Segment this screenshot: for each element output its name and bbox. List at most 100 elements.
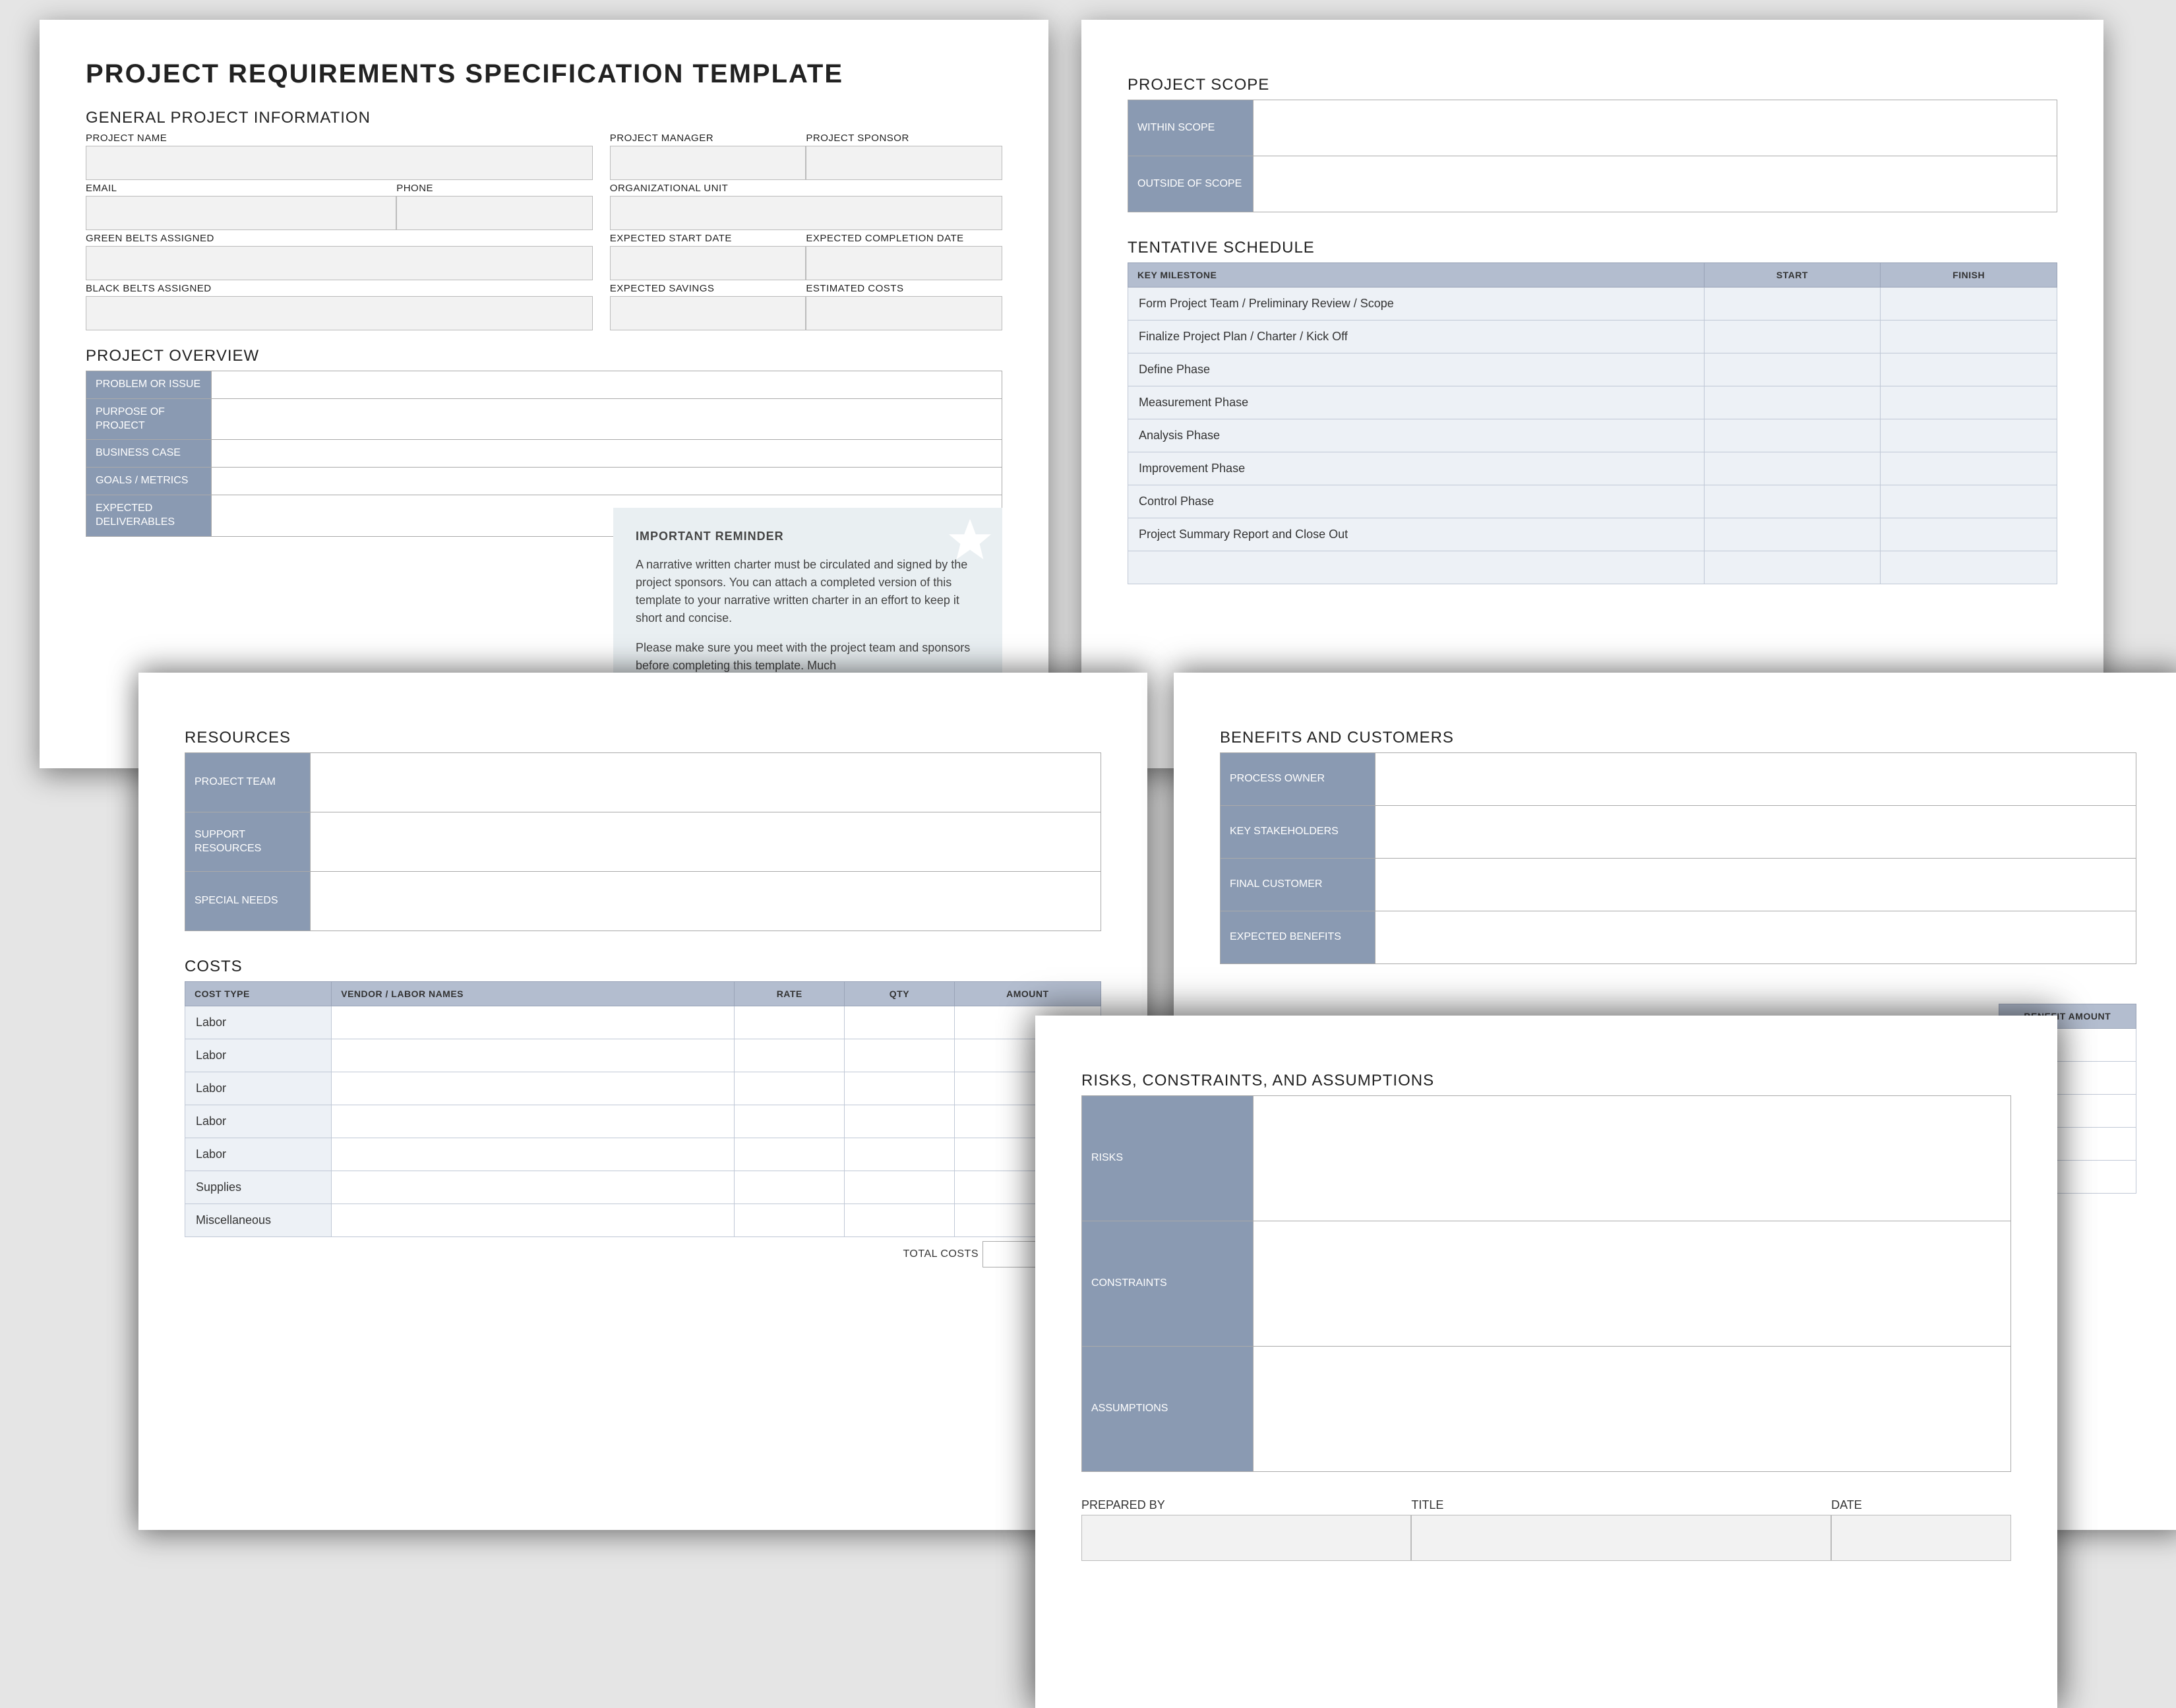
risk-cell[interactable] [1254, 1221, 2011, 1347]
start-cell[interactable] [1704, 518, 1881, 551]
rate-cell[interactable] [735, 1138, 845, 1171]
overview-label: BUSINESS CASE [86, 440, 212, 468]
overview-cell[interactable] [212, 440, 1002, 468]
vendor-cell[interactable] [332, 1138, 735, 1171]
finish-cell[interactable] [1881, 452, 2057, 485]
input-expected-completion[interactable] [806, 246, 1002, 280]
input-phone[interactable] [396, 196, 593, 230]
vendor-cell[interactable] [332, 1072, 735, 1105]
finish-cell[interactable] [1881, 288, 2057, 320]
benefit-label: KEY STAKEHOLDERS [1221, 806, 1375, 859]
finish-cell[interactable] [1881, 518, 2057, 551]
table-row: Measurement Phase [1128, 386, 2057, 419]
table-row: Form Project Team / Preliminary Review /… [1128, 288, 2057, 320]
costs-header: VENDOR / LABOR NAMES [332, 982, 735, 1006]
cost-type-cell: Supplies [185, 1171, 332, 1204]
finish-cell[interactable] [1881, 353, 2057, 386]
finish-cell[interactable] [1881, 551, 2057, 584]
milestone-cell: Improvement Phase [1128, 452, 1705, 485]
reminder-p2: Please make sure you meet with the proje… [636, 639, 980, 675]
section-general: GENERAL PROJECT INFORMATION [86, 109, 1002, 127]
milestone-cell: Define Phase [1128, 353, 1705, 386]
risk-label: RISKS [1082, 1096, 1254, 1221]
scope-table: WITHIN SCOPE OUTSIDE OF SCOPE [1128, 100, 2057, 212]
start-cell[interactable] [1704, 551, 1881, 584]
cost-type-cell: Labor [185, 1072, 332, 1105]
overview-cell[interactable] [212, 398, 1002, 440]
finish-cell[interactable] [1881, 485, 2057, 518]
cost-type-cell: Labor [185, 1138, 332, 1171]
resource-cell[interactable] [311, 812, 1101, 872]
input-green-belts[interactable] [86, 246, 593, 280]
scope-cell[interactable] [1254, 156, 2057, 212]
input-estimated-costs[interactable] [806, 296, 1002, 330]
resource-cell[interactable] [311, 753, 1101, 812]
qty-cell[interactable] [845, 1171, 955, 1204]
vendor-cell[interactable] [332, 1006, 735, 1039]
overview-cell[interactable] [212, 371, 1002, 399]
milestone-cell: Project Summary Report and Close Out [1128, 518, 1705, 551]
benefit-cell[interactable] [1375, 911, 2136, 964]
input-email[interactable] [86, 196, 396, 230]
risk-cell[interactable] [1254, 1096, 2011, 1221]
section-benefits: BENEFITS AND CUSTOMERS [1220, 729, 2136, 747]
finish-cell[interactable] [1881, 419, 2057, 452]
rate-cell[interactable] [735, 1105, 845, 1138]
rate-cell[interactable] [735, 1204, 845, 1237]
section-schedule: TENTATIVE SCHEDULE [1128, 239, 2057, 257]
section-resources: RESOURCES [185, 729, 1101, 747]
start-cell[interactable] [1704, 386, 1881, 419]
input-black-belts[interactable] [86, 296, 593, 330]
resource-label: SUPPORT RESOURCES [185, 812, 311, 872]
overview-label: PURPOSE OF PROJECT [86, 398, 212, 440]
input-title[interactable] [1411, 1515, 1831, 1561]
resource-cell[interactable] [311, 872, 1101, 931]
input-project-manager[interactable] [610, 146, 806, 180]
benefit-cell[interactable] [1375, 753, 2136, 806]
input-project-name[interactable] [86, 146, 593, 180]
milestone-cell: Measurement Phase [1128, 386, 1705, 419]
input-project-sponsor[interactable] [806, 146, 1002, 180]
start-cell[interactable] [1704, 288, 1881, 320]
scope-cell[interactable] [1254, 100, 2057, 156]
finish-cell[interactable] [1881, 320, 2057, 353]
qty-cell[interactable] [845, 1006, 955, 1039]
qty-cell[interactable] [845, 1204, 955, 1237]
input-expected-start[interactable] [610, 246, 806, 280]
qty-cell[interactable] [845, 1105, 955, 1138]
rate-cell[interactable] [735, 1006, 845, 1039]
costs-header: COST TYPE [185, 982, 332, 1006]
costs-header: RATE [735, 982, 845, 1006]
start-cell[interactable] [1704, 452, 1881, 485]
section-risks: RISKS, CONSTRAINTS, AND ASSUMPTIONS [1081, 1072, 2011, 1090]
input-org-unit[interactable] [610, 196, 1002, 230]
input-prepared-by[interactable] [1081, 1515, 1411, 1561]
start-cell[interactable] [1704, 320, 1881, 353]
finish-cell[interactable] [1881, 386, 2057, 419]
benefit-cell[interactable] [1375, 806, 2136, 859]
input-expected-savings[interactable] [610, 296, 806, 330]
overview-cell[interactable] [212, 468, 1002, 495]
rate-cell[interactable] [735, 1039, 845, 1072]
page-1-left: PROJECT REQUIREMENTS SPECIFICATION TEMPL… [40, 20, 1048, 768]
start-cell[interactable] [1704, 353, 1881, 386]
vendor-cell[interactable] [332, 1039, 735, 1072]
vendor-cell[interactable] [332, 1105, 735, 1138]
benefit-cell[interactable] [1375, 859, 2136, 911]
benefit-label: EXPECTED BENEFITS [1221, 911, 1375, 964]
risk-cell[interactable] [1254, 1347, 2011, 1472]
milestone-cell[interactable] [1128, 551, 1705, 584]
rate-cell[interactable] [735, 1171, 845, 1204]
vendor-cell[interactable] [332, 1204, 735, 1237]
scope-label: WITHIN SCOPE [1128, 100, 1254, 156]
qty-cell[interactable] [845, 1039, 955, 1072]
qty-cell[interactable] [845, 1138, 955, 1171]
rate-cell[interactable] [735, 1072, 845, 1105]
qty-cell[interactable] [845, 1072, 955, 1105]
overview-label: EXPECTED DELIVERABLES [86, 495, 212, 536]
label-email: EMAIL [86, 183, 396, 194]
input-date[interactable] [1831, 1515, 2011, 1561]
vendor-cell[interactable] [332, 1171, 735, 1204]
start-cell[interactable] [1704, 485, 1881, 518]
start-cell[interactable] [1704, 419, 1881, 452]
